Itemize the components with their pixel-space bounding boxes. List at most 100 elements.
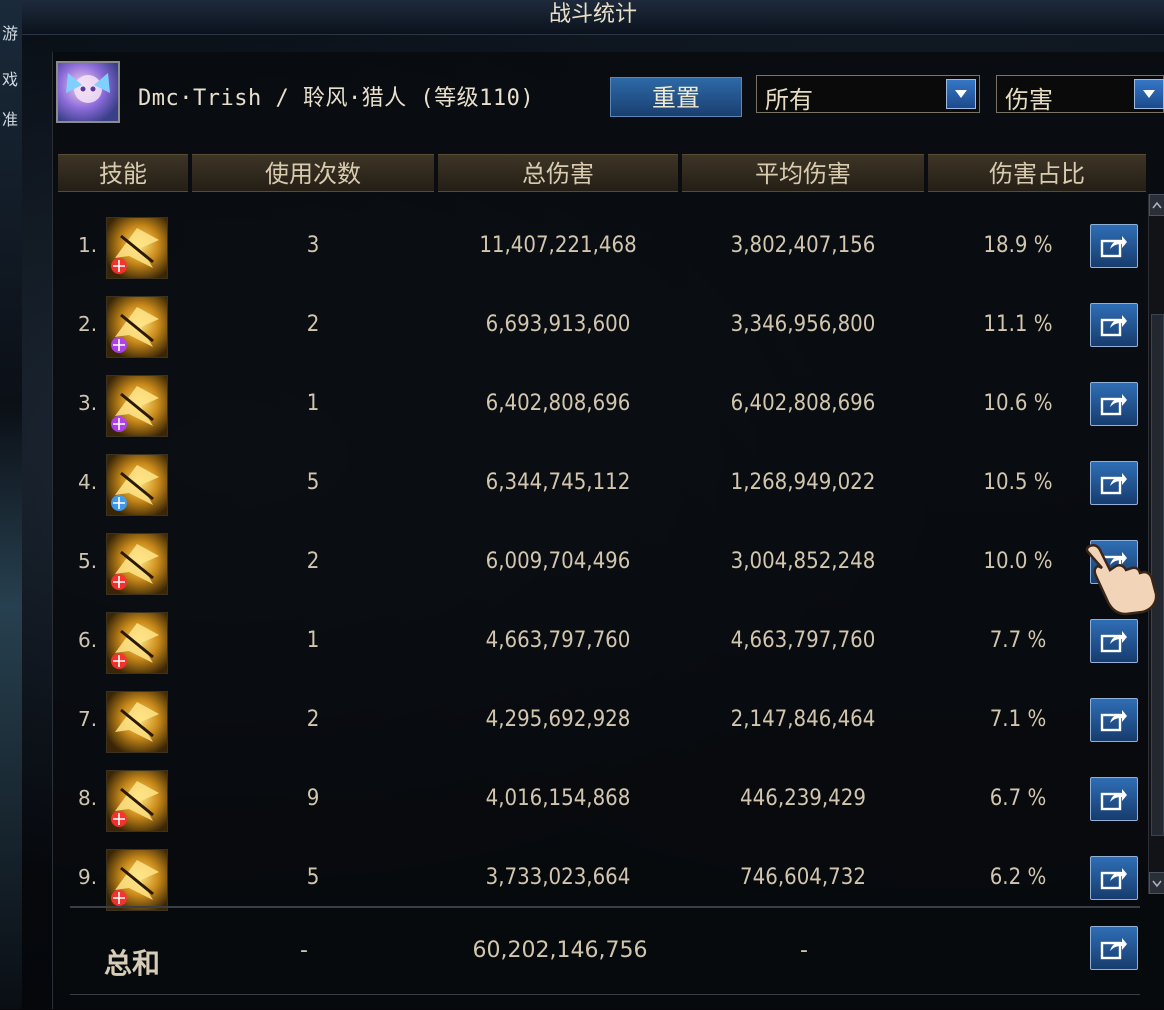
table-row[interactable]: 4. 5 6,344,745,112 1,268,949,022 10.5 % [58,432,1144,516]
row-uses: 1 [306,391,320,416]
column-header-damage-share[interactable]: 伤害占比 [928,154,1146,192]
left-side-strip: 游 戏 准 [0,0,22,1009]
row-total-damage: 6,402,808,696 [485,391,631,416]
row-average-damage: 446,239,429 [740,786,866,811]
share-export-icon [1100,394,1127,416]
share-button[interactable] [1090,382,1138,426]
total-uses: - [300,938,308,963]
table-row[interactable]: 2. 2 6,693,913,600 3,346,956,800 11.1 % [58,274,1144,358]
row-uses: 2 [306,549,320,574]
row-damage-share: 6.2 % [989,865,1047,890]
bottom-settings-bar [70,994,1140,1010]
share-button[interactable] [1090,777,1138,821]
column-header-total-damage[interactable]: 总伤害 [438,154,678,192]
table-row[interactable]: 8. 9 4,016,154,868 446,239,429 6.7 % [58,748,1144,832]
skill-icon[interactable] [106,770,168,832]
skill-icon[interactable] [106,691,168,753]
total-divider [70,906,1140,908]
row-average-damage: 3,346,956,800 [730,312,876,337]
column-header-average-damage[interactable]: 平均伤害 [682,154,924,192]
row-total-damage: 6,693,913,600 [485,312,631,337]
row-average-damage: 4,663,797,760 [730,628,876,653]
total-label: 总和 [104,947,161,980]
table-row[interactable]: 9. 5 3,733,023,664 746,604,732 6.2 % [58,827,1144,911]
skill-icon[interactable] [106,296,168,358]
row-total-damage: 4,295,692,928 [485,707,631,732]
row-average-damage: 2,147,846,464 [730,707,876,732]
row-total-damage: 6,344,745,112 [485,470,631,495]
filter-select-value: 所有 [765,86,813,114]
skill-icon[interactable] [106,454,168,516]
skill-icon[interactable] [106,375,168,437]
share-button[interactable] [1090,224,1138,268]
left-strip-char: 戏 [2,70,19,89]
scroll-up-button[interactable] [1149,194,1164,216]
metric-select-value: 伤害 [1005,86,1053,114]
share-export-icon [1100,789,1127,811]
skill-icon[interactable] [106,217,168,279]
row-rank: 8. [78,786,98,810]
row-rank: 9. [78,865,98,889]
character-avatar [56,61,120,123]
row-average-damage: 746,604,732 [740,865,866,890]
window-titlebar[interactable]: 战斗统计 [22,0,1164,35]
row-uses: 2 [306,312,320,337]
skill-icon[interactable] [106,533,168,595]
table-row[interactable]: 6. 1 4,663,797,760 4,663,797,760 7.7 % [58,590,1144,674]
row-uses: 5 [306,865,320,890]
chevron-down-icon[interactable] [946,79,976,109]
share-button[interactable] [1090,461,1138,505]
row-damage-share: 6.7 % [989,786,1047,811]
table-row[interactable]: 1. 3 11,407,221,468 3,802,407,156 18.9 % [58,195,1144,279]
share-export-icon [1100,473,1127,495]
row-damage-share: 7.1 % [989,707,1047,732]
skill-icon[interactable] [106,849,168,911]
share-button[interactable] [1090,698,1138,742]
row-total-damage: 6,009,704,496 [485,549,631,574]
filter-select[interactable]: 所有 [756,75,980,114]
metric-select[interactable]: 伤害 [996,75,1164,114]
share-export-icon [1100,236,1127,258]
row-damage-share: 10.0 % [983,549,1053,574]
reset-button[interactable]: 重置 [610,77,742,117]
row-average-damage: 3,004,852,248 [730,549,876,574]
column-header-uses[interactable]: 使用次数 [192,154,434,192]
row-rank: 5. [78,549,98,573]
row-uses: 9 [306,786,320,811]
row-uses: 3 [306,233,320,258]
row-total-damage: 4,663,797,760 [485,628,631,653]
row-rank: 7. [78,707,98,731]
row-damage-share: 18.9 % [983,233,1053,258]
share-button[interactable] [1090,303,1138,347]
scroll-down-button[interactable] [1149,872,1164,894]
left-strip-char: 游 [2,24,19,43]
skill-icon[interactable] [106,612,168,674]
row-average-damage: 6,402,808,696 [730,391,876,416]
share-button[interactable] [1090,856,1138,900]
row-rank: 4. [78,470,98,494]
row-total-damage: 3,733,023,664 [485,865,631,890]
table-row[interactable]: 3. 1 6,402,808,696 6,402,808,696 10.6 % [58,353,1144,437]
row-damage-share: 10.5 % [983,470,1053,495]
column-header-skill[interactable]: 技能 [58,154,188,192]
share-export-icon [1100,631,1127,653]
share-export-icon [1100,315,1127,337]
row-rank: 3. [78,391,98,415]
share-export-icon [1100,710,1127,732]
row-uses: 5 [306,470,320,495]
row-uses: 2 [306,707,320,732]
row-uses: 1 [306,628,320,653]
character-name: Dmc·Trish / 聆风·猎人 (等级110) [138,86,535,111]
share-button[interactable] [1090,619,1138,663]
table-row[interactable]: 7. 2 4,295,692,928 2,147,846,464 7.1 % [58,669,1144,753]
left-strip-char: 准 [2,110,19,129]
share-export-icon [1100,868,1127,890]
total-share-button[interactable] [1090,926,1138,970]
row-rank: 6. [78,628,98,652]
chevron-down-icon[interactable] [1134,79,1164,109]
table-row[interactable]: 5. 2 6,009,704,496 3,004,852,248 10.0 % [58,511,1144,595]
row-total-damage: 11,407,221,468 [479,233,637,258]
row-average-damage: 1,268,949,022 [730,470,876,495]
share-export-icon [1100,938,1127,960]
row-damage-share: 7.7 % [989,628,1047,653]
